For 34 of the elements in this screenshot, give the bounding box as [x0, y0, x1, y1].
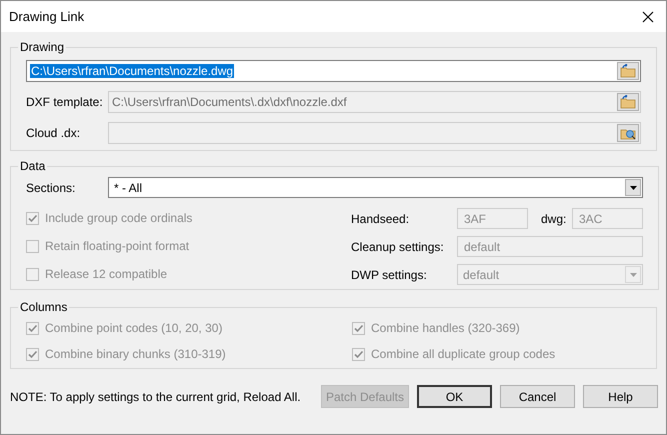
dialog-button[interactable]: OK	[417, 385, 492, 408]
checkbox-label: Combine binary chunks (310-319)	[45, 346, 226, 363]
checkbox-label: Include group code ordinals	[45, 210, 192, 227]
field-label: Cloud .dx:	[26, 125, 82, 142]
note-text: NOTE: To apply settings to the current grid, Reload All.	[10, 388, 302, 406]
dwg-field[interactable]: 3AC	[572, 208, 643, 229]
group-title: Columns	[19, 299, 68, 316]
field-label: Cleanup settings:	[351, 238, 445, 256]
group-title: Drawing	[19, 39, 66, 56]
field-label: Sections:	[26, 180, 76, 196]
browse-button[interactable]	[617, 62, 639, 80]
handseed-field[interactable]: 3AF	[457, 208, 528, 229]
window-title: Drawing Link	[9, 8, 84, 26]
close-icon[interactable]	[642, 10, 654, 22]
caret-icon	[630, 186, 636, 190]
folder-arrow-icon	[620, 64, 636, 78]
sections-dropdown[interactable]: * - All	[108, 177, 643, 198]
checkbox-label: Combine all duplicate group codes	[371, 346, 556, 363]
path-field[interactable]: C:\Users\rfran\Documents\nozzle.dwg	[26, 60, 641, 82]
checkbox-label: Retain floating-point format	[45, 238, 190, 255]
dialog-button[interactable]: Help	[583, 385, 658, 408]
field-label: DXF template:	[26, 94, 104, 111]
dwp-dropdown[interactable]: default	[457, 264, 643, 285]
checkbox-label: Release 12 compatible	[45, 266, 168, 283]
field-label: Handseed:	[351, 210, 410, 228]
caret-icon	[630, 272, 636, 276]
checkbox-label: Combine handles (320-369)	[371, 320, 520, 337]
checkbox-label: Combine point codes (10, 20, 30)	[45, 320, 222, 337]
field-label: dwg:	[541, 210, 568, 228]
field-label: DWP settings:	[351, 266, 428, 284]
group-title: Data	[19, 158, 46, 175]
dialog-button[interactable]: Cancel	[500, 385, 575, 408]
cleanup-field[interactable]: default	[457, 236, 643, 257]
folder-arrow-icon	[620, 95, 636, 109]
